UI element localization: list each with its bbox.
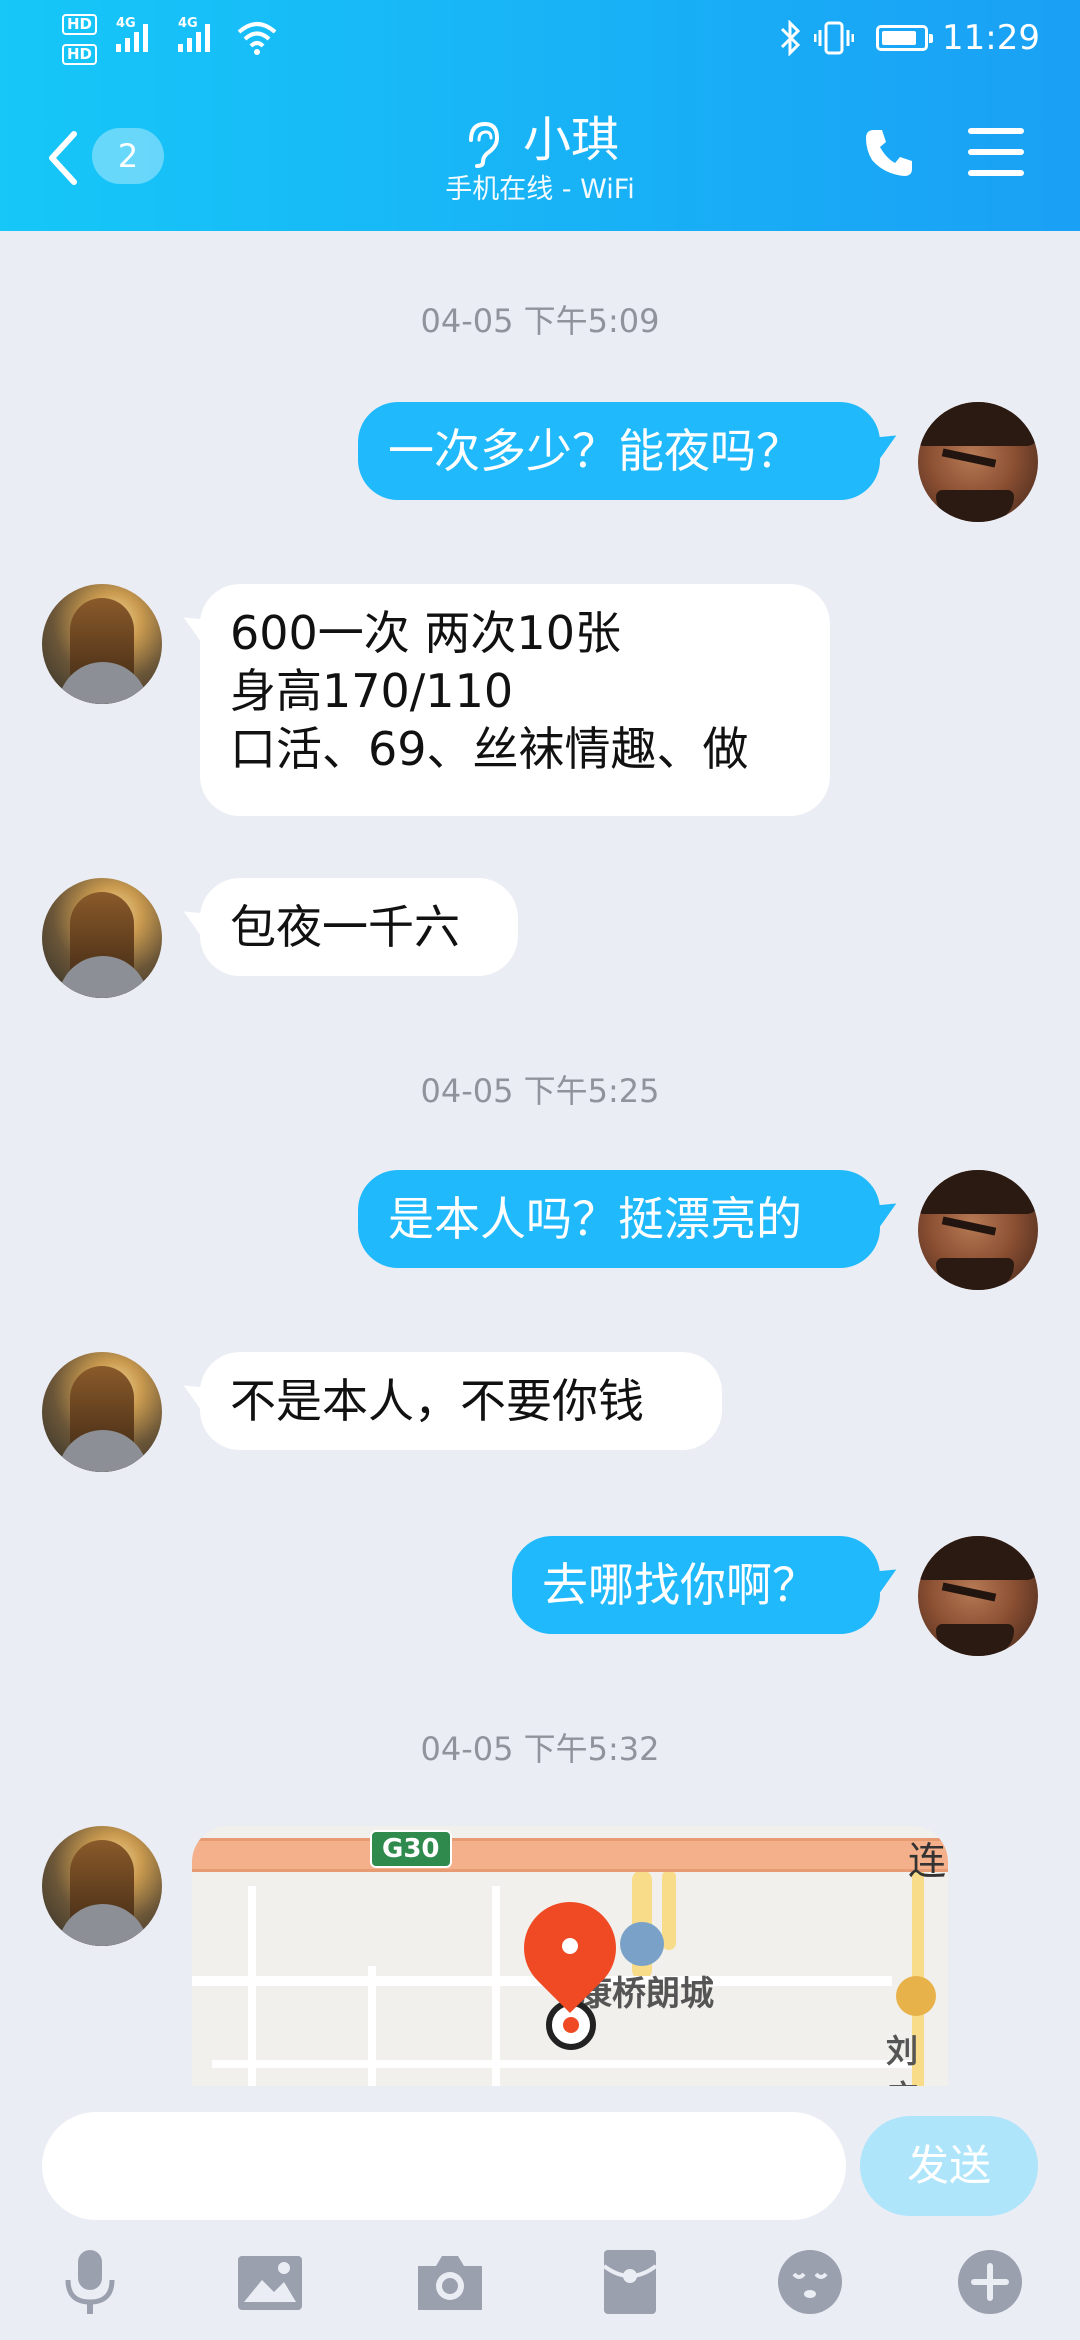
- wifi-icon: [237, 22, 277, 55]
- timestamp: 04-05 下午5:32: [420, 1730, 660, 1768]
- send-button[interactable]: 发送: [860, 2116, 1038, 2216]
- battery-icon: [876, 25, 933, 51]
- contact-name: 小琪: [522, 112, 619, 168]
- contact-status: 手机在线 - WiFi: [445, 174, 635, 205]
- location-pin-dot: [562, 1938, 578, 1954]
- phone-icon[interactable]: [862, 126, 916, 180]
- location-map-card[interactable]: G30 连 康桥朗城 刘庄: [192, 1826, 948, 2086]
- timestamp: 04-05 下午5:09: [420, 302, 660, 340]
- outgoing-message[interactable]: 去哪找你啊？: [512, 1536, 880, 1634]
- hd-badge: HD: [62, 14, 98, 35]
- my-avatar[interactable]: [918, 402, 1038, 522]
- map-edge-label: 刘庄: [886, 2032, 919, 2086]
- outgoing-message[interactable]: 一次多少？能夜吗？: [358, 402, 880, 500]
- map-road: [492, 1886, 500, 2086]
- plus-icon[interactable]: [954, 2246, 1026, 2318]
- contact-name-wrap: 小琪: [461, 108, 619, 172]
- map-highway: [192, 1838, 948, 1872]
- incoming-message[interactable]: 600一次 两次10张 身高170/110 口活、69、丝袜情趣、做: [200, 584, 830, 816]
- signal-icon: 4G: [178, 16, 210, 52]
- contact-avatar[interactable]: [42, 1352, 162, 1472]
- contact-title[interactable]: 小琪 手机在线 - WiFi: [0, 108, 1080, 208]
- incoming-message[interactable]: 包夜一千六: [200, 878, 518, 976]
- header-bar: HD HD 4G 4G 11:29 2 小琪 手机在线 - WiFi: [0, 0, 1080, 231]
- timestamp: 04-05 下午5:25: [420, 1072, 660, 1110]
- image-icon[interactable]: [234, 2246, 306, 2318]
- signal-icon: 4G: [116, 16, 148, 52]
- outgoing-message[interactable]: 是本人吗？挺漂亮的: [358, 1170, 880, 1268]
- contact-avatar[interactable]: [42, 878, 162, 998]
- clock: 11:29: [942, 18, 1040, 58]
- map-road: [368, 1966, 376, 2086]
- microphone-icon[interactable]: [54, 2246, 126, 2318]
- map-edge-label: 连: [908, 1839, 947, 1883]
- map-road: [212, 2060, 912, 2068]
- highway-label: G30: [370, 1830, 452, 1868]
- building-icon: [620, 1922, 664, 1966]
- vibrate-icon: [814, 21, 854, 55]
- contact-avatar[interactable]: [42, 1826, 162, 1946]
- hd-badge: HD: [62, 44, 98, 65]
- map-road: [248, 1886, 256, 2086]
- contact-avatar[interactable]: [42, 584, 162, 704]
- red-packet-icon[interactable]: [594, 2246, 666, 2318]
- input-bar: 发送: [0, 2086, 1080, 2340]
- message-input[interactable]: [42, 2112, 846, 2220]
- status-bar: HD HD 4G 4G 11:29: [0, 0, 1080, 80]
- map-road: [662, 1870, 676, 1950]
- menu-icon[interactable]: [968, 128, 1024, 176]
- poi-icon: [896, 1976, 936, 2016]
- camera-icon[interactable]: [414, 2246, 486, 2318]
- emoji-icon[interactable]: [774, 2246, 846, 2318]
- ear-icon: [468, 121, 499, 168]
- my-avatar[interactable]: [918, 1536, 1038, 1656]
- my-avatar[interactable]: [918, 1170, 1038, 1290]
- bluetooth-icon: [780, 20, 801, 56]
- incoming-message[interactable]: 不是本人，不要你钱: [200, 1352, 722, 1450]
